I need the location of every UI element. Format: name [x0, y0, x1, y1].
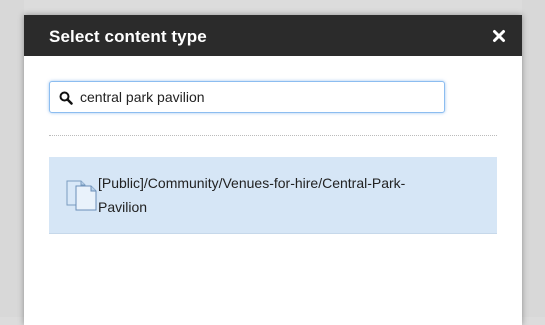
close-icon[interactable]: [491, 28, 507, 44]
divider: [49, 135, 497, 136]
dialog-title: Select content type: [49, 27, 207, 46]
select-content-type-dialog: Select content type [Public]/Community: [24, 15, 522, 325]
page-background-left: [0, 0, 24, 317]
search-input[interactable]: [80, 86, 430, 108]
page-background-right: [522, 0, 545, 317]
search-field[interactable]: [49, 81, 445, 113]
dialog-titlebar: Select content type: [24, 15, 522, 56]
result-path-label: [Public]/Community/Venues-for-hire/Centr…: [98, 175, 406, 215]
result-item[interactable]: [Public]/Community/Venues-for-hire/Centr…: [49, 157, 497, 234]
search-icon: [59, 91, 73, 105]
documents-icon: [65, 177, 99, 211]
